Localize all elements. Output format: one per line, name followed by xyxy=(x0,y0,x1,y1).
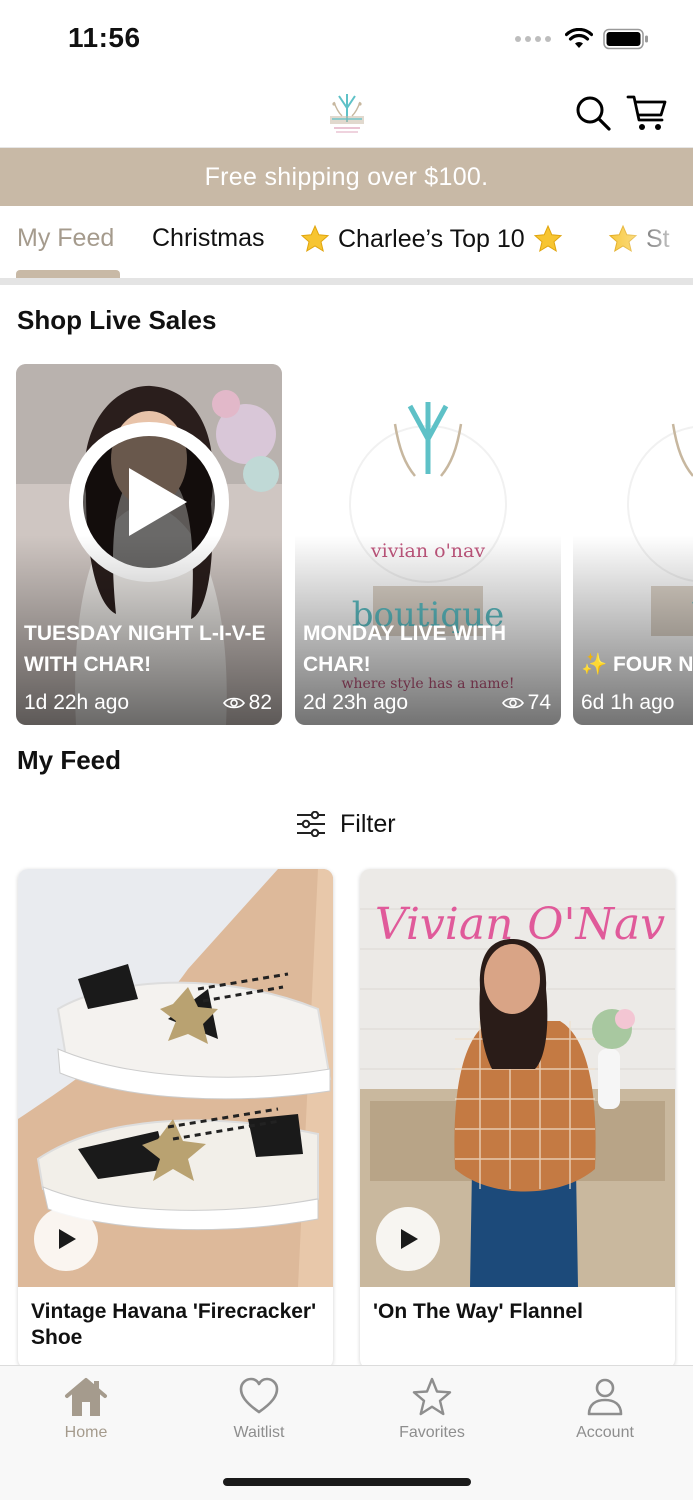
tabbar-label: Favorites xyxy=(399,1424,465,1441)
eye-icon xyxy=(501,697,524,709)
divider xyxy=(0,278,693,285)
home-indicator xyxy=(223,1478,471,1486)
live-sale-title: ✨ FOUR N OUTFITS W xyxy=(581,653,693,676)
view-count: 82 xyxy=(222,691,272,715)
tab-fade xyxy=(603,206,693,278)
product-name: Vintage Havana 'Firecracker' Shoe xyxy=(31,1300,317,1349)
live-sale-card[interactable]: vivian o'nav boutique where style has a … xyxy=(295,364,561,725)
view-count-value: 82 xyxy=(248,691,272,714)
cart-icon[interactable] xyxy=(626,92,668,134)
tabbar-home[interactable]: Home xyxy=(26,1376,146,1442)
feed-heading: My Feed xyxy=(17,745,122,775)
status-icons xyxy=(515,28,649,50)
person-icon xyxy=(587,1378,623,1416)
wifi-icon xyxy=(565,28,593,48)
live-sale-time: 1d 22h ago xyxy=(24,691,130,714)
filter-button[interactable]: Filter xyxy=(296,806,396,842)
filter-label: Filter xyxy=(340,809,396,838)
tabbar-account[interactable]: Account xyxy=(545,1376,665,1442)
star-emoji-icon xyxy=(300,224,330,253)
tabbar-waitlist[interactable]: Waitlist xyxy=(199,1376,319,1442)
product-card[interactable]: Vintage Havana 'Firecracker' Shoe xyxy=(18,869,333,1369)
live-sale-time: 2d 23h ago xyxy=(303,691,409,714)
promo-banner: Free shipping over $100. xyxy=(0,148,693,206)
heart-icon xyxy=(239,1377,279,1414)
live-sale-card[interactable]: ✨ FOUR N OUTFITS W 6d 1h ago xyxy=(573,364,693,725)
tabbar-favorites[interactable]: Favorites xyxy=(372,1376,492,1442)
tab-charlees-top-10[interactable]: Charlee’s Top 10 xyxy=(300,224,563,254)
app-header xyxy=(0,80,693,148)
battery-icon xyxy=(603,28,648,50)
star-emoji-icon xyxy=(533,224,562,253)
live-sale-meta: 1d 22h ago 82 xyxy=(24,691,272,715)
play-video-button[interactable] xyxy=(376,1207,440,1271)
live-sale-title: TUESDAY NIGHT L-I-V-E WITH CHAR! xyxy=(24,622,266,676)
live-sales-carousel: TUESDAY NIGHT L-I-V-E WITH CHAR! 1d 22h … xyxy=(16,364,693,726)
search-icon[interactable] xyxy=(572,92,614,134)
tab-label: Christmas xyxy=(152,224,265,252)
star-icon xyxy=(412,1377,452,1416)
live-sales-heading: Shop Live Sales xyxy=(17,305,217,335)
sliders-icon xyxy=(297,811,325,837)
status-time: 11:56 xyxy=(68,22,141,53)
tabbar-label: Home xyxy=(64,1424,108,1441)
home-icon xyxy=(65,1378,107,1416)
play-video-button[interactable] xyxy=(34,1207,98,1271)
play-icon xyxy=(59,1229,76,1249)
tab-christmas[interactable]: Christmas xyxy=(152,224,265,253)
view-count-value: 74 xyxy=(527,691,551,714)
view-count: 74 xyxy=(501,691,551,715)
tab-my-feed[interactable]: My Feed xyxy=(17,224,114,253)
active-tab-indicator xyxy=(16,270,120,278)
tabbar-label: Waitlist xyxy=(233,1424,285,1441)
live-sale-title: MONDAY LIVE WITH CHAR! xyxy=(303,622,507,676)
signal-dots-icon xyxy=(515,36,551,42)
product-image xyxy=(18,869,333,1287)
category-tabs: My Feed Christmas Charlee’s Top 10 St xyxy=(0,206,693,278)
status-bar: 11:56 xyxy=(0,0,693,80)
live-sale-meta: 2d 23h ago 74 xyxy=(303,691,551,715)
product-image: Vivian O'Nav xyxy=(360,869,675,1287)
tab-label: My Feed xyxy=(17,224,115,252)
live-sale-time: 6d 1h ago xyxy=(581,691,675,714)
brand-logo[interactable] xyxy=(322,88,372,138)
tabbar-label: Account xyxy=(576,1424,634,1441)
live-sale-meta: 6d 1h ago xyxy=(581,691,693,715)
product-card[interactable]: Vivian O'Nav 'On The Way' Flannel xyxy=(360,869,675,1369)
eye-icon xyxy=(222,697,245,709)
product-name: 'On The Way' Flannel xyxy=(373,1300,583,1323)
play-icon xyxy=(401,1229,418,1249)
live-sale-card[interactable]: TUESDAY NIGHT L-I-V-E WITH CHAR! 1d 22h … xyxy=(16,364,282,725)
tab-label: Charlee’s Top 10 xyxy=(338,224,525,253)
